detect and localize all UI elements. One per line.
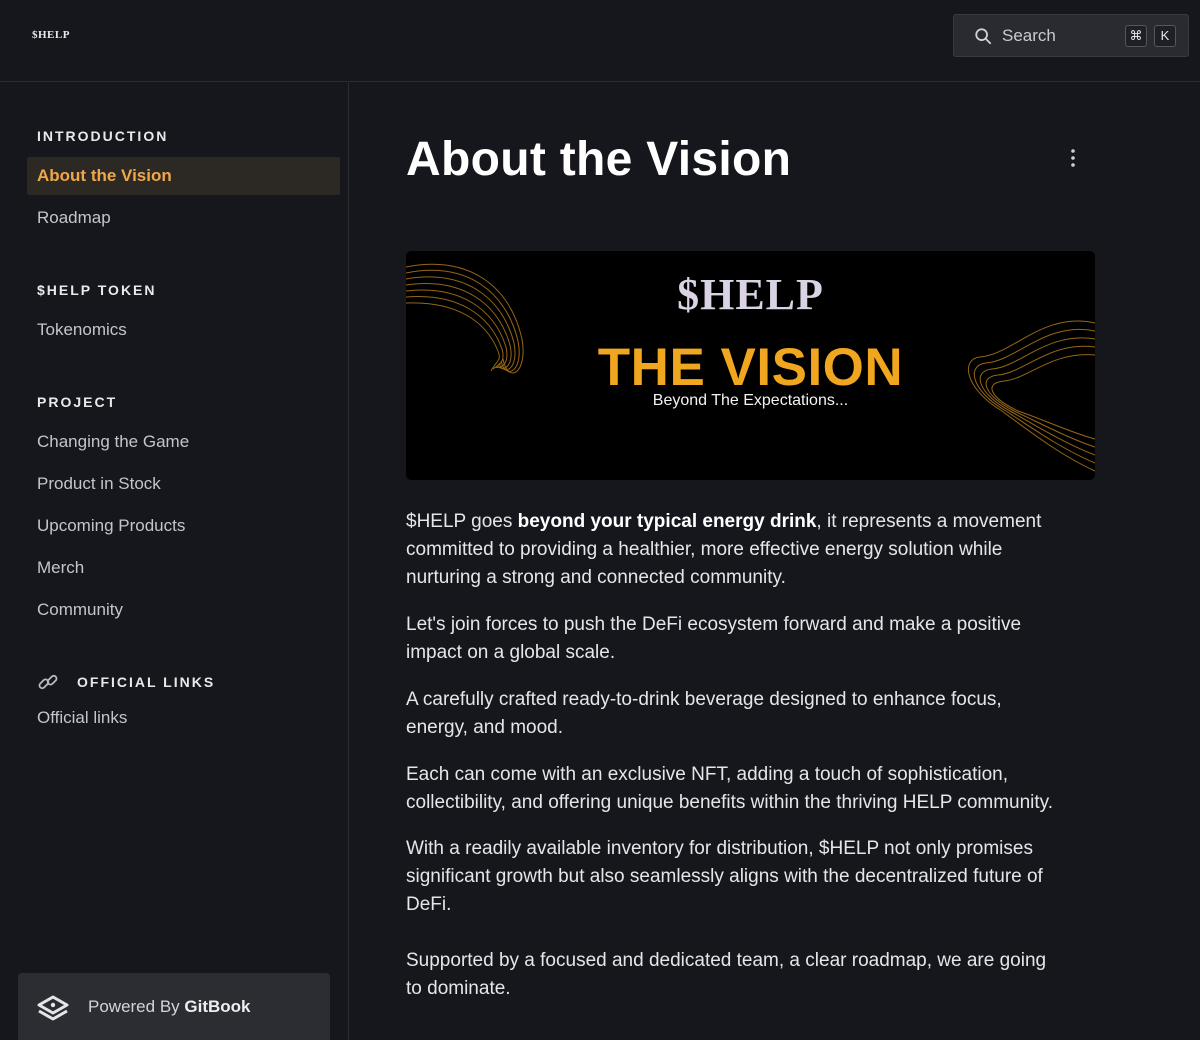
- more-options-icon[interactable]: [1064, 147, 1082, 169]
- paragraph: Supported by a focused and dedicated tea…: [406, 950, 1047, 999]
- sidebar-item-roadmap[interactable]: Roadmap: [27, 199, 340, 237]
- top-bar: $HELP Search ⌘ K: [0, 0, 1200, 82]
- banner-subtitle: Beyond The Expectations...: [652, 392, 849, 409]
- section-title-project: PROJECT: [37, 394, 118, 410]
- sidebar-item-upcoming-products[interactable]: Upcoming Products: [27, 507, 340, 545]
- site-logo[interactable]: $HELP: [32, 29, 70, 41]
- paragraph: A carefully crafted ready-to-drink bever…: [406, 689, 1002, 738]
- powered-by-label: Powered By GitBook: [88, 996, 251, 1016]
- shortcut-k-key: K: [1154, 24, 1176, 47]
- bold-phrase: beyond your typical energy drink: [517, 511, 817, 532]
- gitbook-icon: [37, 995, 69, 1020]
- sidebar-item-changing-the-game[interactable]: Changing the Game: [27, 423, 340, 461]
- powered-by-gitbook[interactable]: Powered By GitBook: [18, 973, 330, 1040]
- search-button[interactable]: Search ⌘ K: [953, 14, 1189, 57]
- banner-title: THE VISION: [597, 338, 904, 397]
- paragraph: Let's join forces to push the DeFi ecosy…: [406, 614, 1022, 663]
- paragraph: With a readily available inventory for d…: [406, 838, 1043, 915]
- section-title-official-links: OFFICIAL LINKS: [77, 674, 216, 690]
- sidebar-item-about-the-vision[interactable]: About the Vision: [27, 157, 340, 195]
- search-icon: [975, 27, 992, 44]
- paragraph: $HELP goes beyond your typical energy dr…: [406, 511, 1042, 588]
- search-label: Search: [1002, 25, 1056, 45]
- sidebar: INTRODUCTION About the Vision Roadmap $H…: [0, 83, 349, 1040]
- link-icon: [38, 674, 58, 690]
- sidebar-item-official-links[interactable]: Official links: [27, 699, 340, 737]
- main-content: About the Vision $HELP THE VISION Beyond…: [350, 83, 1200, 1040]
- vision-banner: $HELP THE VISION Beyond The Expectations…: [406, 251, 1095, 480]
- shortcut-cmd-key: ⌘: [1125, 24, 1147, 47]
- sidebar-item-merch[interactable]: Merch: [27, 549, 340, 587]
- sidebar-item-tokenomics[interactable]: Tokenomics: [27, 311, 340, 349]
- gitbook-brand: GitBook: [184, 996, 251, 1016]
- paragraph: Each can come with an exclusive NFT, add…: [406, 764, 1054, 813]
- banner-brand: $HELP: [677, 270, 824, 319]
- sidebar-item-community[interactable]: Community: [27, 591, 340, 629]
- page-title: About the Vision: [406, 133, 792, 186]
- sidebar-item-product-in-stock[interactable]: Product in Stock: [27, 465, 340, 503]
- section-title-help-token: $HELP TOKEN: [37, 282, 157, 298]
- section-title-introduction: INTRODUCTION: [37, 128, 169, 144]
